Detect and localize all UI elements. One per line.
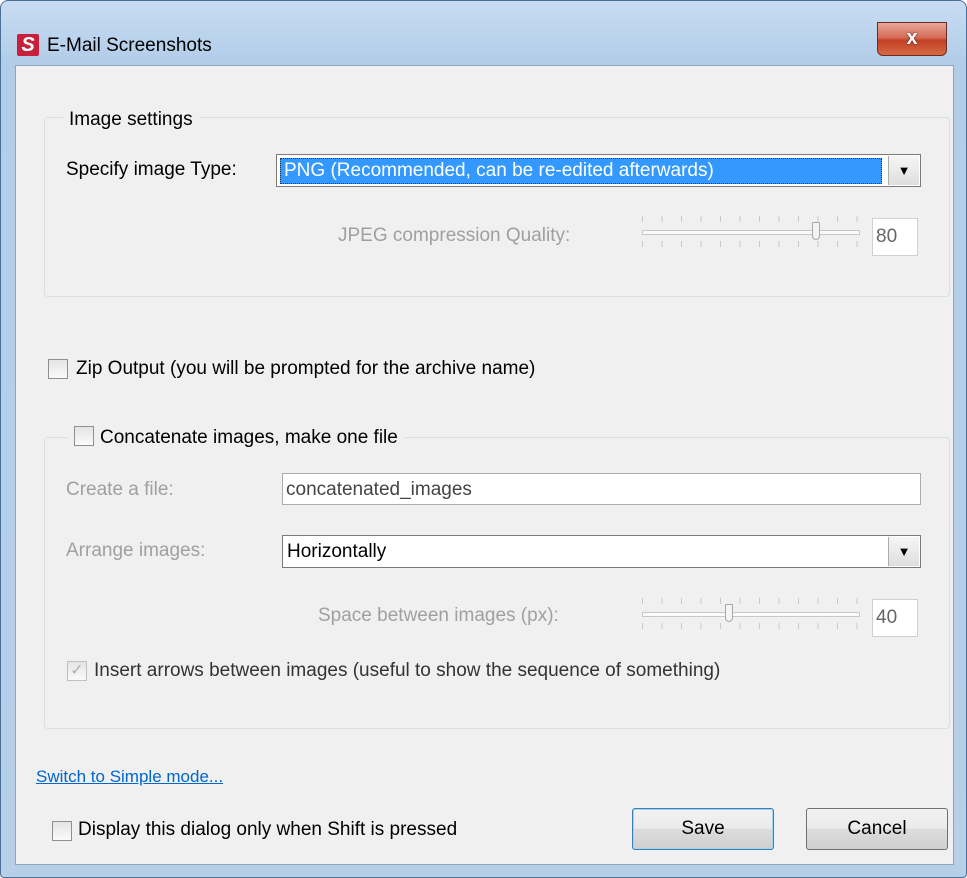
jpeg-quality-input[interactable]: 80 bbox=[872, 218, 918, 256]
shift-only-label: Display this dialog only when Shift is p… bbox=[78, 819, 458, 840]
concatenate-label: Concatenate images, make one file bbox=[100, 427, 398, 448]
chevron-down-icon[interactable]: ▼ bbox=[888, 537, 919, 566]
switch-simple-mode-link[interactable]: Switch to Simple mode... bbox=[36, 767, 223, 787]
slider-track bbox=[642, 230, 860, 235]
zip-output-label: Zip Output (you will be prompted for the… bbox=[76, 358, 536, 379]
app-icon: S bbox=[17, 34, 39, 56]
image-settings-legend: Image settings bbox=[63, 109, 199, 131]
image-type-value: PNG (Recommended, can be re-edited after… bbox=[280, 158, 882, 184]
create-file-input[interactable]: concatenated_images bbox=[282, 473, 921, 505]
dialog-window: S E-Mail Screenshots x Image settings Sp… bbox=[0, 0, 967, 878]
zip-output-checkbox[interactable] bbox=[48, 359, 68, 379]
image-type-label: Specify image Type: bbox=[66, 159, 237, 180]
arrange-images-value: Horizontally bbox=[287, 541, 387, 562]
jpeg-quality-label: JPEG compression Quality: bbox=[338, 225, 571, 246]
arrange-images-select[interactable]: Horizontally ▼ bbox=[282, 535, 921, 568]
jpeg-quality-slider[interactable] bbox=[642, 216, 860, 247]
close-icon: x bbox=[906, 27, 918, 49]
image-settings-group bbox=[44, 117, 950, 297]
dialog-content: Image settings Specify image Type: PNG (… bbox=[15, 65, 954, 865]
create-file-label: Create a file: bbox=[66, 479, 174, 500]
space-between-input[interactable]: 40 bbox=[872, 599, 918, 637]
concatenate-checkbox[interactable] bbox=[74, 426, 94, 446]
cancel-button[interactable]: Cancel bbox=[806, 808, 948, 850]
space-between-slider[interactable] bbox=[642, 598, 860, 629]
slider-thumb[interactable] bbox=[812, 222, 820, 240]
slider-ticks bbox=[642, 598, 860, 604]
save-button[interactable]: Save bbox=[632, 808, 774, 850]
check-icon: ✓ bbox=[70, 662, 84, 679]
slider-track bbox=[642, 612, 860, 617]
slider-ticks bbox=[642, 241, 860, 247]
slider-thumb[interactable] bbox=[725, 604, 733, 622]
chevron-down-icon[interactable]: ▼ bbox=[888, 156, 919, 185]
window-title: E-Mail Screenshots bbox=[47, 35, 212, 56]
space-between-label: Space between images (px): bbox=[318, 605, 559, 626]
insert-arrows-label: Insert arrows between images (useful to … bbox=[94, 660, 721, 681]
shift-only-checkbox[interactable] bbox=[52, 821, 72, 841]
concatenate-legend-wrap: Concatenate images, make one file bbox=[68, 426, 404, 449]
title-bar[interactable]: S E-Mail Screenshots x bbox=[1, 1, 967, 63]
image-type-select[interactable]: PNG (Recommended, can be re-edited after… bbox=[276, 154, 921, 187]
slider-ticks bbox=[642, 623, 860, 629]
slider-ticks bbox=[642, 216, 860, 222]
insert-arrows-checkbox[interactable]: ✓ bbox=[67, 661, 87, 681]
arrange-images-label: Arrange images: bbox=[66, 540, 206, 561]
close-button[interactable]: x bbox=[877, 22, 947, 56]
